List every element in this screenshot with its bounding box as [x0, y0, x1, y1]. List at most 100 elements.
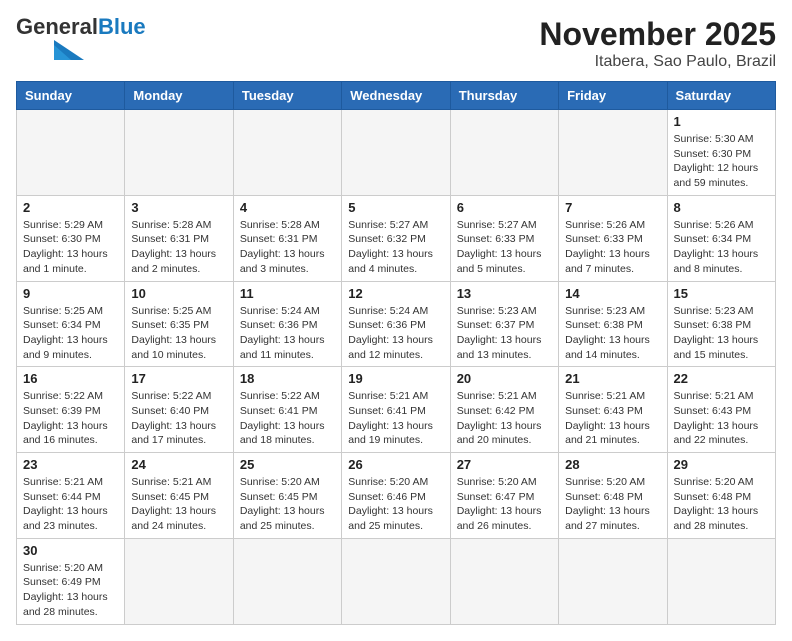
day-number: 16	[23, 371, 118, 386]
calendar-table: SundayMondayTuesdayWednesdayThursdayFrid…	[16, 81, 776, 625]
day-info: Sunrise: 5:25 AM Sunset: 6:34 PM Dayligh…	[23, 304, 118, 363]
day-info: Sunrise: 5:20 AM Sunset: 6:48 PM Dayligh…	[674, 475, 769, 534]
day-number: 7	[565, 200, 660, 215]
calendar-cell: 6Sunrise: 5:27 AM Sunset: 6:33 PM Daylig…	[450, 195, 558, 281]
day-info: Sunrise: 5:23 AM Sunset: 6:38 PM Dayligh…	[565, 304, 660, 363]
logo-blue: Blue	[98, 16, 146, 38]
day-info: Sunrise: 5:30 AM Sunset: 6:30 PM Dayligh…	[674, 132, 769, 191]
day-info: Sunrise: 5:27 AM Sunset: 6:33 PM Dayligh…	[457, 218, 552, 277]
calendar-week-3: 9 Sunrise: 5:25 AM Sunset: 6:34 PM Daylig…	[17, 281, 776, 367]
day-info: Sunrise: 5:26 AM Sunset: 6:34 PM Dayligh…	[674, 218, 769, 277]
calendar-cell	[125, 538, 233, 624]
day-number: 10	[131, 286, 226, 301]
calendar-cell: 1Sunrise: 5:30 AM Sunset: 6:30 PM Daylig…	[667, 110, 775, 196]
calendar-cell	[17, 110, 125, 196]
day-info: Sunrise: 5:26 AM Sunset: 6:33 PM Dayligh…	[565, 218, 660, 277]
day-info: Sunrise: 5:27 AM Sunset: 6:32 PM Dayligh…	[348, 218, 443, 277]
calendar-cell	[667, 538, 775, 624]
calendar-cell: 4 Sunrise: 5:28 AM Sunset: 6:31 PM Daylig…	[233, 195, 341, 281]
day-number: 5	[348, 200, 443, 215]
day-info: Sunrise: 5:22 AM Sunset: 6:39 PM Dayligh…	[23, 389, 118, 448]
calendar-cell	[342, 110, 450, 196]
day-info: Sunrise: 5:21 AM Sunset: 6:45 PM Dayligh…	[131, 475, 226, 534]
calendar-cell: 30Sunrise: 5:20 AM Sunset: 6:49 PM Dayli…	[17, 538, 125, 624]
day-info: Sunrise: 5:20 AM Sunset: 6:48 PM Dayligh…	[565, 475, 660, 534]
title-area: November 2025 Itabera, Sao Paulo, Brazil	[539, 16, 776, 71]
calendar-cell: 13Sunrise: 5:23 AM Sunset: 6:37 PM Dayli…	[450, 281, 558, 367]
calendar-cell	[342, 538, 450, 624]
logo: General Blue	[16, 16, 146, 60]
day-header-monday: Monday	[125, 82, 233, 110]
day-number: 20	[457, 371, 552, 386]
location: Itabera, Sao Paulo, Brazil	[539, 53, 776, 71]
day-number: 9	[23, 286, 118, 301]
calendar-cell	[125, 110, 233, 196]
day-number: 15	[674, 286, 769, 301]
day-number: 4	[240, 200, 335, 215]
calendar-cell	[233, 110, 341, 196]
day-info: Sunrise: 5:25 AM Sunset: 6:35 PM Dayligh…	[131, 304, 226, 363]
calendar-cell	[559, 110, 667, 196]
day-number: 18	[240, 371, 335, 386]
day-header-tuesday: Tuesday	[233, 82, 341, 110]
calendar-week-2: 2Sunrise: 5:29 AM Sunset: 6:30 PM Daylig…	[17, 195, 776, 281]
calendar-cell: 23Sunrise: 5:21 AM Sunset: 6:44 PM Dayli…	[17, 453, 125, 539]
calendar-cell: 14 Sunrise: 5:23 AM Sunset: 6:38 PM Dayli…	[559, 281, 667, 367]
logo-general: General	[16, 16, 98, 38]
day-number: 3	[131, 200, 226, 215]
day-number: 13	[457, 286, 552, 301]
day-header-friday: Friday	[559, 82, 667, 110]
calendar-cell: 9 Sunrise: 5:25 AM Sunset: 6:34 PM Daylig…	[17, 281, 125, 367]
calendar-cell: 28Sunrise: 5:20 AM Sunset: 6:48 PM Dayli…	[559, 453, 667, 539]
day-info: Sunrise: 5:22 AM Sunset: 6:41 PM Dayligh…	[240, 389, 335, 448]
calendar-cell: 16 Sunrise: 5:22 AM Sunset: 6:39 PM Dayli…	[17, 367, 125, 453]
day-info: Sunrise: 5:24 AM Sunset: 6:36 PM Dayligh…	[348, 304, 443, 363]
calendar-cell	[233, 538, 341, 624]
day-info: Sunrise: 5:28 AM Sunset: 6:31 PM Dayligh…	[131, 218, 226, 277]
calendar-cell: 24Sunrise: 5:21 AM Sunset: 6:45 PM Dayli…	[125, 453, 233, 539]
calendar-cell	[559, 538, 667, 624]
day-info: Sunrise: 5:21 AM Sunset: 6:43 PM Dayligh…	[674, 389, 769, 448]
day-info: Sunrise: 5:20 AM Sunset: 6:46 PM Dayligh…	[348, 475, 443, 534]
page-header: General Blue November 2025 Itabera, Sao …	[16, 16, 776, 71]
calendar-cell: 2Sunrise: 5:29 AM Sunset: 6:30 PM Daylig…	[17, 195, 125, 281]
day-header-sunday: Sunday	[17, 82, 125, 110]
day-number: 11	[240, 286, 335, 301]
calendar-cell: 7 Sunrise: 5:26 AM Sunset: 6:33 PM Daylig…	[559, 195, 667, 281]
day-info: Sunrise: 5:29 AM Sunset: 6:30 PM Dayligh…	[23, 218, 118, 277]
day-info: Sunrise: 5:28 AM Sunset: 6:31 PM Dayligh…	[240, 218, 335, 277]
day-header-wednesday: Wednesday	[342, 82, 450, 110]
day-info: Sunrise: 5:21 AM Sunset: 6:41 PM Dayligh…	[348, 389, 443, 448]
calendar-cell: 25Sunrise: 5:20 AM Sunset: 6:45 PM Dayli…	[233, 453, 341, 539]
calendar-cell: 27Sunrise: 5:20 AM Sunset: 6:47 PM Dayli…	[450, 453, 558, 539]
day-number: 12	[348, 286, 443, 301]
day-info: Sunrise: 5:24 AM Sunset: 6:36 PM Dayligh…	[240, 304, 335, 363]
day-number: 23	[23, 457, 118, 472]
day-info: Sunrise: 5:20 AM Sunset: 6:49 PM Dayligh…	[23, 561, 118, 620]
day-info: Sunrise: 5:22 AM Sunset: 6:40 PM Dayligh…	[131, 389, 226, 448]
calendar-cell: 18 Sunrise: 5:22 AM Sunset: 6:41 PM Dayli…	[233, 367, 341, 453]
calendar-cell: 12 Sunrise: 5:24 AM Sunset: 6:36 PM Dayli…	[342, 281, 450, 367]
calendar-week-4: 16 Sunrise: 5:22 AM Sunset: 6:39 PM Dayli…	[17, 367, 776, 453]
day-info: Sunrise: 5:21 AM Sunset: 6:43 PM Dayligh…	[565, 389, 660, 448]
calendar-week-6: 30Sunrise: 5:20 AM Sunset: 6:49 PM Dayli…	[17, 538, 776, 624]
day-info: Sunrise: 5:20 AM Sunset: 6:45 PM Dayligh…	[240, 475, 335, 534]
day-number: 14	[565, 286, 660, 301]
day-number: 21	[565, 371, 660, 386]
calendar-cell: 8Sunrise: 5:26 AM Sunset: 6:34 PM Daylig…	[667, 195, 775, 281]
logo-icon	[16, 40, 86, 60]
day-number: 26	[348, 457, 443, 472]
day-header-saturday: Saturday	[667, 82, 775, 110]
calendar-cell: 29 Sunrise: 5:20 AM Sunset: 6:48 PM Dayli…	[667, 453, 775, 539]
calendar-cell: 11 Sunrise: 5:24 AM Sunset: 6:36 PM Dayli…	[233, 281, 341, 367]
calendar-cell: 5 Sunrise: 5:27 AM Sunset: 6:32 PM Daylig…	[342, 195, 450, 281]
day-number: 17	[131, 371, 226, 386]
day-info: Sunrise: 5:20 AM Sunset: 6:47 PM Dayligh…	[457, 475, 552, 534]
calendar-cell: 19 Sunrise: 5:21 AM Sunset: 6:41 PM Dayli…	[342, 367, 450, 453]
calendar-cell: 15Sunrise: 5:23 AM Sunset: 6:38 PM Dayli…	[667, 281, 775, 367]
day-number: 19	[348, 371, 443, 386]
calendar-cell: 22Sunrise: 5:21 AM Sunset: 6:43 PM Dayli…	[667, 367, 775, 453]
calendar-cell: 26 Sunrise: 5:20 AM Sunset: 6:46 PM Dayli…	[342, 453, 450, 539]
day-number: 29	[674, 457, 769, 472]
calendar-week-1: 1Sunrise: 5:30 AM Sunset: 6:30 PM Daylig…	[17, 110, 776, 196]
